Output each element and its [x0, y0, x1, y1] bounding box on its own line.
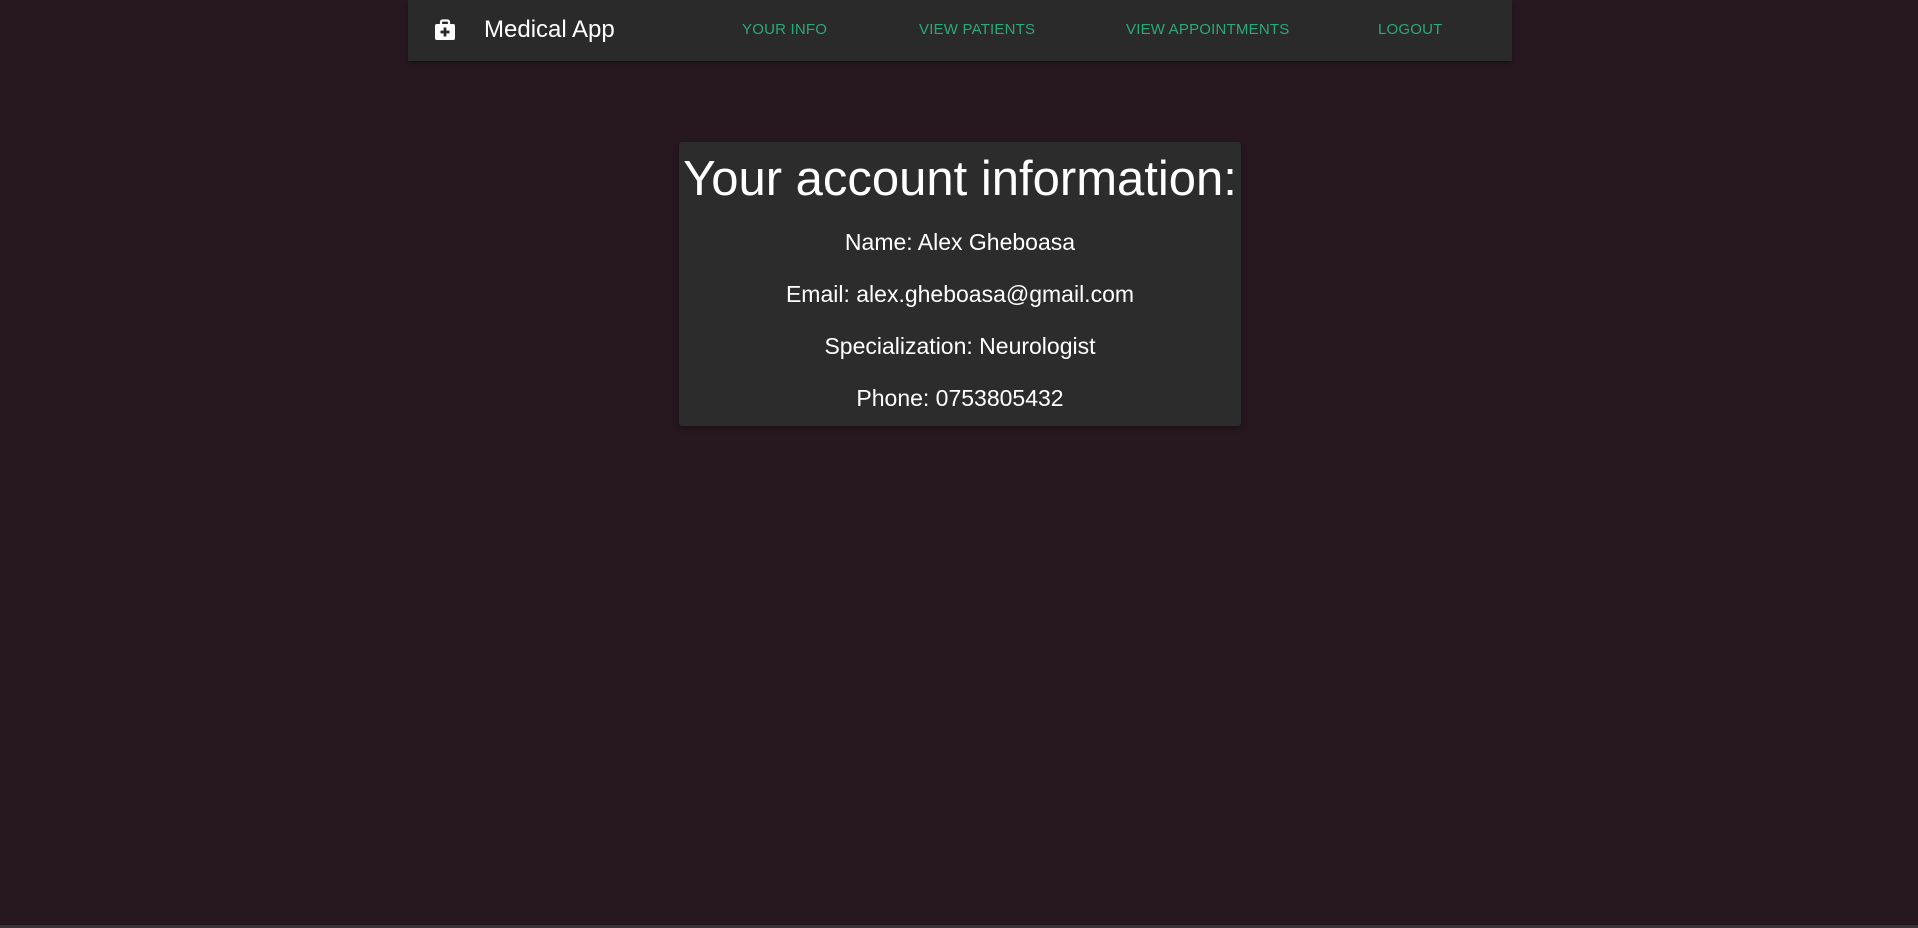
- account-info-heading: Your account information:: [683, 152, 1237, 206]
- nav-link-view-patients[interactable]: VIEW PATIENTS: [919, 21, 1035, 39]
- app-title[interactable]: Medical App: [484, 15, 615, 45]
- medical-kit-icon: [434, 19, 456, 41]
- top-navbar: Medical App YOUR INFO VIEW PATIENTS VIEW…: [408, 0, 1512, 61]
- account-specialization: Specialization: Neurologist: [824, 333, 1096, 359]
- nav-link-logout[interactable]: LOGOUT: [1378, 21, 1443, 39]
- account-phone: Phone: 0753805432: [856, 385, 1064, 411]
- account-info-card: Your account information: Name: Alex Ghe…: [679, 142, 1241, 426]
- nav-link-view-appointments[interactable]: VIEW APPOINTMENTS: [1126, 21, 1289, 39]
- account-email: Email: alex.gheboasa@gmail.com: [785, 281, 1135, 307]
- nav-link-your-info[interactable]: YOUR INFO: [742, 21, 827, 39]
- account-name: Name: Alex Gheboasa: [844, 229, 1076, 255]
